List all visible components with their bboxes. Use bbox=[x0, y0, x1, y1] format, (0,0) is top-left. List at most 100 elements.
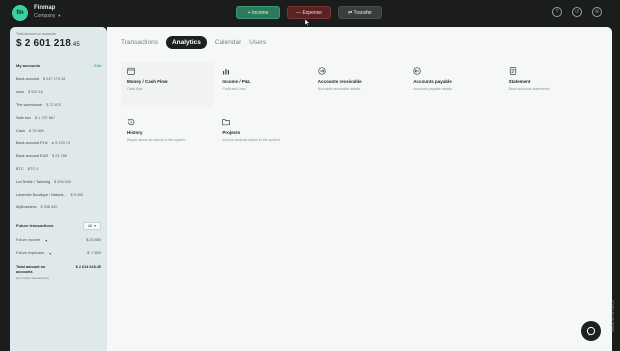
total-amount-cents: .45 bbox=[71, 42, 80, 48]
company-name: Company bbox=[34, 13, 56, 19]
account-item[interactable]: The warehouse $ 72 870 bbox=[16, 99, 101, 112]
report-card-cash-flow[interactable]: Money / Cash Flow Cash flow bbox=[121, 62, 215, 107]
payable-icon bbox=[413, 67, 421, 75]
tab-calendar[interactable]: Calendar bbox=[211, 37, 245, 48]
card-description: Profit and Loss bbox=[222, 87, 246, 91]
card-title: Money / Cash Flow bbox=[127, 79, 168, 84]
chat-icon bbox=[586, 326, 596, 336]
card-description: All your projects added to the system bbox=[222, 138, 280, 142]
account-item[interactable]: Bank account EUR $ 24 786 bbox=[16, 150, 101, 163]
support-chat-button[interactable] bbox=[581, 321, 601, 341]
account-amount: $ 24 786 bbox=[52, 154, 67, 159]
tab-analytics[interactable]: Analytics bbox=[165, 36, 207, 49]
card-title: Accounts payable bbox=[413, 79, 452, 84]
card-description: Accounts payable details bbox=[413, 87, 452, 91]
report-cards: Money / Cash Flow Cash flow Income / P&L… bbox=[121, 62, 596, 158]
account-name: Bank account EUR bbox=[16, 154, 49, 159]
future-expenses-label: Future expenses bbox=[16, 251, 45, 256]
calendar-icon bbox=[127, 67, 135, 75]
card-description: Report about all actions in the system bbox=[127, 138, 186, 142]
total-amount-main: $ 2 601 218 bbox=[16, 38, 72, 49]
account-name: Bank account bbox=[16, 77, 40, 82]
account-item[interactable]: wum $ 920.16 bbox=[16, 86, 101, 99]
future-income-row[interactable]: Future income ▾ $ 23 880 bbox=[16, 238, 101, 243]
accounts-list: Bank account $ 247 179.18 wum $ 920.16 The… bbox=[16, 73, 101, 214]
card-title: Accounts receivable bbox=[317, 79, 362, 84]
account-name: Cash bbox=[16, 128, 25, 133]
company-selector[interactable]: Company ▼ bbox=[34, 13, 61, 19]
account-amount: $ 920.16 bbox=[28, 90, 43, 95]
accounts-title: My accounts bbox=[16, 63, 41, 68]
mouse-cursor-icon bbox=[305, 19, 310, 26]
future-expenses-value: $ -7 800 bbox=[87, 251, 101, 256]
report-card-projects[interactable]: Projects All your projects added to the … bbox=[216, 113, 309, 158]
report-card-payable[interactable]: Accounts payable Accounts payable detail… bbox=[407, 62, 500, 107]
chevron-down-icon: ▼ bbox=[57, 13, 62, 18]
account-item[interactable]: Bank account $ 247 179.18 bbox=[16, 73, 101, 86]
account-amount: $ 75 088 bbox=[28, 128, 44, 133]
account-item[interactable]: Bank account PLN zł 9 129.74 bbox=[16, 137, 101, 150]
gear-icon[interactable]: ⚙ bbox=[592, 7, 602, 17]
future-transactions-header: Future transactions All ▾ bbox=[16, 221, 101, 230]
account-name: Lavender Boutique / Natural... bbox=[16, 192, 67, 197]
future-transactions-title: Future transactions bbox=[16, 223, 54, 229]
card-title: Projects bbox=[222, 130, 241, 135]
account-item[interactable]: MyBusiness $ 308 420 bbox=[16, 201, 101, 214]
future-income-value: $ 23 880 bbox=[86, 238, 101, 243]
sidebar: Total amount on accounts $ 2 601 218.45 … bbox=[10, 27, 107, 351]
report-card-receivable[interactable]: Accounts receivable Accounts receivable … bbox=[312, 62, 405, 107]
document-icon bbox=[509, 67, 517, 75]
account-name: The warehouse bbox=[16, 102, 43, 107]
brand-name: Finmap bbox=[34, 5, 56, 11]
account-item[interactable]: Lavender Boutique / Natural... $ 8 400 bbox=[16, 188, 101, 201]
future-expenses-row[interactable]: Future expenses ▾ $ -7 800 bbox=[16, 251, 101, 256]
income-button[interactable]: + Income bbox=[236, 6, 280, 19]
account-name: LocTextile / Tailoring bbox=[16, 179, 51, 184]
chevron-down-icon: ▾ bbox=[49, 251, 52, 256]
future-income-label: Future income bbox=[16, 238, 41, 243]
accounts-header: My accounts Edit bbox=[16, 63, 101, 68]
tab-transactions[interactable]: Transactions bbox=[117, 37, 162, 48]
help-icon[interactable]: ? bbox=[552, 7, 562, 17]
watermark: MADE WITH GIFOX bbox=[611, 300, 615, 332]
card-title: Income / P&L bbox=[222, 79, 251, 84]
card-title: History bbox=[127, 130, 143, 135]
edit-accounts-link[interactable]: Edit bbox=[94, 63, 101, 68]
chevron-down-icon: ▾ bbox=[45, 238, 48, 243]
chevron-down-icon: ▾ bbox=[94, 223, 96, 228]
transfer-button[interactable]: ⇄ Transfer bbox=[338, 6, 382, 19]
future-filter-value: All bbox=[88, 223, 93, 228]
card-description: Bank accounts statements bbox=[508, 87, 550, 91]
account-name: wum bbox=[16, 90, 25, 95]
account-amount: $ 72 870 bbox=[46, 102, 61, 107]
total-with-future-value: $ 2 614 618.45 bbox=[75, 264, 101, 269]
account-amount: $ 308 420 bbox=[40, 205, 58, 210]
account-item[interactable]: BTC BTC 0 bbox=[16, 163, 101, 176]
receivable-icon bbox=[318, 67, 326, 75]
total-with-future-label: Total amount on accounts bbox=[16, 264, 46, 274]
account-item[interactable]: Cash $ 75 088 bbox=[16, 124, 101, 137]
account-amount: BTC 0 bbox=[27, 166, 39, 171]
future-note: (incl. future transactions) bbox=[16, 275, 49, 280]
card-description: Cash flow bbox=[127, 87, 143, 91]
report-card-history[interactable]: History Report about all actions in the … bbox=[121, 113, 214, 158]
report-card-income[interactable]: Income / P&L Profit and Loss bbox=[216, 62, 309, 107]
account-amount: $ 8 400 bbox=[70, 192, 84, 197]
account-amount: $ 305 530 bbox=[54, 179, 72, 184]
tab-users[interactable]: Users bbox=[245, 37, 270, 48]
account-item[interactable]: Safe box $ 1 757 867 bbox=[16, 111, 101, 124]
app-logo[interactable]: fin bbox=[12, 5, 28, 21]
account-item[interactable]: LocTextile / Tailoring $ 305 530 bbox=[16, 175, 101, 188]
account-amount: zł 9 129.74 bbox=[51, 141, 71, 146]
report-card-statement[interactable]: Statement Bank accounts statements bbox=[503, 62, 596, 107]
account-amount: $ 247 179.18 bbox=[43, 77, 66, 82]
account-name: Bank account PLN bbox=[16, 141, 48, 146]
future-filter-select[interactable]: All ▾ bbox=[83, 221, 101, 230]
card-title: Statement bbox=[508, 79, 531, 84]
expense-button[interactable]: — Expense bbox=[287, 6, 331, 19]
main-panel: Transactions Analytics Calendar Users Mo… bbox=[107, 27, 612, 351]
history-icon[interactable]: ↺ bbox=[572, 7, 582, 17]
tab-bar: Transactions Analytics Calendar Users bbox=[117, 36, 270, 49]
card-description: Accounts receivable details bbox=[317, 87, 361, 91]
account-name: Safe box bbox=[16, 115, 31, 120]
